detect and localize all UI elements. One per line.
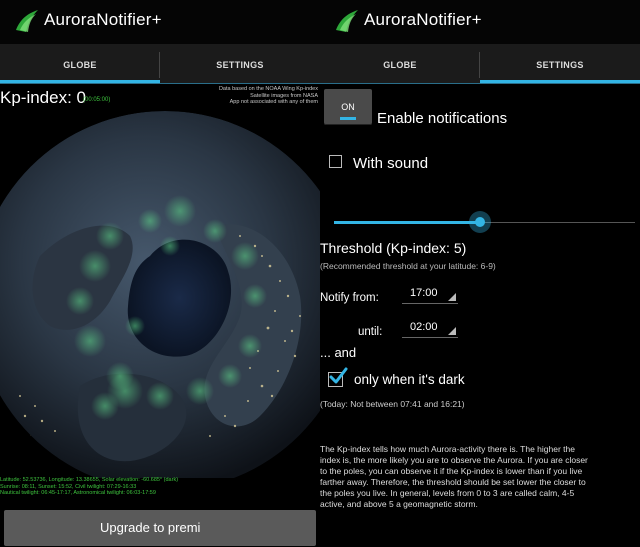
tab-bar-underline [0, 83, 320, 84]
app-title: AuroraNotifier+ [44, 10, 162, 29]
tab-globe[interactable]: GLOBE [0, 44, 160, 84]
tab-bar: GLOBE SETTINGS [320, 44, 640, 84]
explanation-line: The Kp-index tells how much Aurora-activ… [320, 444, 575, 454]
tab-settings-label: SETTINGS [536, 60, 584, 70]
explanation-line: active, and above 5 a geomagnetic storm. [320, 499, 478, 509]
with-sound-label: With sound [353, 155, 429, 172]
credits-text: Data based on the NOAA Wing Kp-index Sat… [219, 86, 318, 106]
threshold-recommendation: (Recommended threshold at your latitude:… [320, 261, 496, 271]
tab-globe[interactable]: GLOBE [320, 44, 480, 84]
until-label: until: [358, 326, 383, 338]
credits-line: Data based on the NOAA Wing Kp-index [218, 86, 318, 92]
enable-notifications-label: Enable notifications [377, 110, 508, 127]
explanation-line: farther away. Therefore, the threshold s… [320, 477, 586, 487]
kp-index-label: Kp-index: 0 [0, 88, 86, 107]
checkmark-icon [329, 367, 348, 384]
tab-settings[interactable]: SETTINGS [480, 44, 640, 84]
threshold-slider-track[interactable] [480, 222, 635, 223]
notify-from-value: 17:00 [410, 287, 438, 299]
until-spinner[interactable]: 02:00 [402, 318, 458, 338]
notifications-toggle-button[interactable]: ON [324, 89, 372, 125]
tab-settings[interactable]: SETTINGS [160, 44, 320, 84]
threshold-title: Threshold (Kp-index: 5) [320, 240, 467, 256]
dropdown-corner-icon [448, 293, 456, 301]
aurora-app-icon[interactable] [14, 8, 40, 34]
app-title: AuroraNotifier+ [364, 10, 482, 29]
only-when-dark-label: only when it's dark [354, 372, 465, 387]
kp-index-time: (00:05:00) [83, 97, 111, 103]
notify-from-spinner[interactable]: 17:00 [402, 284, 458, 304]
with-sound-checkbox[interactable] [329, 155, 342, 168]
and-label: ... and [320, 345, 357, 360]
aurora-app-icon[interactable] [334, 8, 360, 34]
action-bar: AuroraNotifier+ [0, 0, 320, 44]
dropdown-corner-icon [448, 327, 456, 335]
toggle-state-label: ON [341, 102, 355, 112]
toggle-on-indicator [340, 117, 356, 120]
location-line: Latitude: 52.53736, Longitude: 13.38655,… [0, 477, 179, 483]
aurora-globe-map[interactable] [0, 106, 320, 478]
tab-globe-label: GLOBE [63, 60, 97, 70]
tab-globe-label: GLOBE [383, 60, 417, 70]
until-value: 02:00 [410, 321, 438, 333]
location-info: Latitude: 52.53736, Longitude: 13.38655,… [0, 477, 178, 497]
action-bar: AuroraNotifier+ [320, 0, 640, 44]
explanation-line: index is, the more likely you are to obs… [320, 455, 588, 465]
upgrade-button-label: Upgrade to premi [100, 520, 201, 535]
location-line: Nautical twilight: 06:45-17:17, Astronom… [0, 490, 156, 496]
globe-pane: AuroraNotifier+ GLOBE SETTINGS Kp-index:… [0, 0, 320, 547]
upgrade-premium-button[interactable]: Upgrade to premi [4, 510, 316, 546]
credits-line: App not associated with any of them [229, 99, 318, 105]
threshold-slider-track-filled[interactable] [334, 221, 480, 224]
tab-bar-underline [320, 83, 640, 84]
threshold-slider-thumb[interactable] [475, 217, 485, 227]
kp-index-explanation: The Kp-index tells how much Aurora-activ… [320, 444, 640, 510]
explanation-line: to the poles, you can observe it if the … [320, 466, 583, 476]
notify-from-label: Notify from: [320, 292, 379, 304]
today-dark-window: (Today: Not between 07:41 and 16:21) [320, 399, 465, 409]
settings-pane: AuroraNotifier+ GLOBE SETTINGS ON Enable… [320, 0, 640, 547]
tab-settings-label: SETTINGS [216, 60, 264, 70]
explanation-line: the poles you live. In general, levels f… [320, 488, 575, 498]
tab-bar: GLOBE SETTINGS [0, 44, 320, 84]
